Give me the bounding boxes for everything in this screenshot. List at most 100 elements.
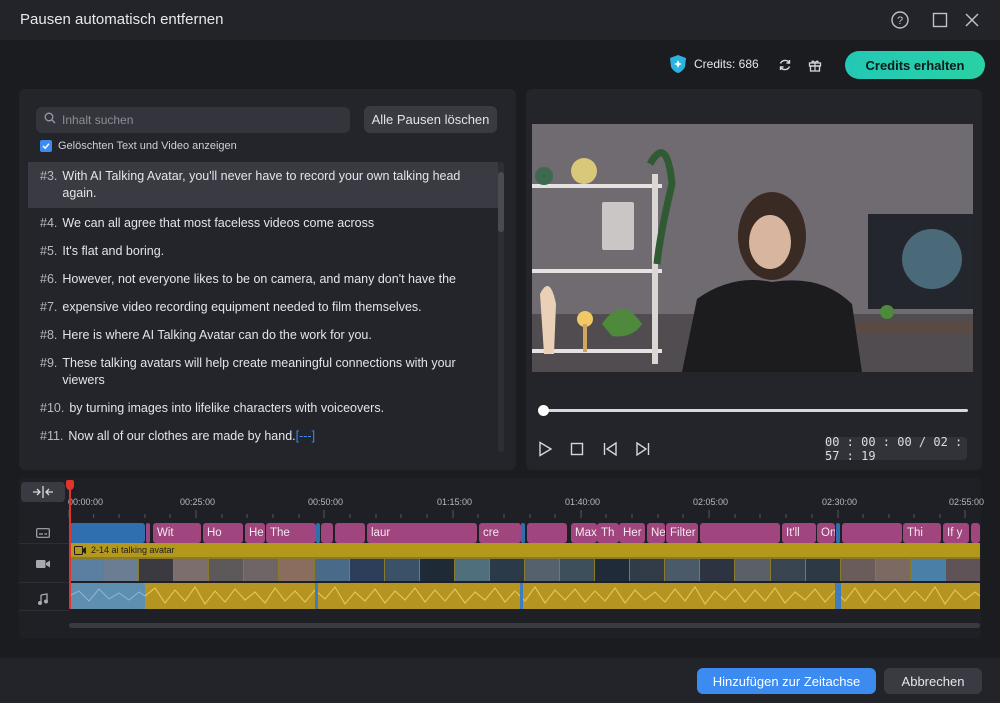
help-icon[interactable]: ? [890,10,910,30]
subtitle-clip[interactable]: Wit [153,523,201,543]
scrollbar-thumb[interactable] [498,172,504,232]
subtitle-clip[interactable] [842,523,902,543]
item-number: #4. [40,216,58,230]
video-clip-icon [74,545,86,559]
subtitle-clip[interactable]: It'll [782,523,816,543]
transcript-item[interactable]: #10. by turning images into lifelike cha… [28,394,498,422]
transcript-item[interactable]: #4. We can all agree that most faceless … [28,210,498,237]
subtitle-clip[interactable]: Th [597,523,619,543]
subtitle-track-icon [28,523,58,543]
video-seek-bar[interactable] [538,405,968,416]
title-bar: Pausen automatisch entfernen [0,0,1000,40]
previous-frame-icon[interactable] [600,439,620,459]
item-number: #7. [40,300,58,314]
subtitle-clip[interactable]: The [266,523,316,543]
item-number: #5. [40,244,58,258]
subtitle-clip[interactable] [836,523,840,543]
subtitle-clip[interactable] [971,523,980,543]
video-clip-name: 2-14 ai talking avatar [91,545,175,555]
subtitle-clip[interactable] [527,523,567,543]
subtitle-clip[interactable]: cre [479,523,521,543]
track-divider [19,582,69,583]
video-clip-label: 2-14 ai talking avatar [69,543,980,557]
show-deleted-label: Gelöschten Text und Video anzeigen [58,140,237,152]
subtitle-clip[interactable]: Max [571,523,597,543]
track-divider [19,610,69,611]
subtitle-clip[interactable]: laur [367,523,477,543]
credits-label: Credits: 686 [694,57,759,71]
transcript-item[interactable]: #3. With AI Talking Avatar, you'll never… [28,162,498,208]
credits-gem-icon [668,54,688,74]
tick-label: 01:15:00 [437,497,473,507]
item-text: However, not everyone likes to be on cam… [62,272,456,286]
audio-track[interactable] [69,583,980,609]
tick-label: 02:05:00 [693,497,729,507]
timeline-playhead[interactable] [66,480,74,609]
time-display: 00 : 00 : 00 / 02 : 57 : 19 [825,435,967,463]
tick-label: 00:50:00 [308,497,344,507]
transcript-item[interactable]: #5. It's flat and boring. [28,237,498,265]
subtitle-clip[interactable] [335,523,365,543]
ruler-ticks [68,510,966,518]
track-divider [19,543,69,544]
close-icon[interactable] [962,10,982,30]
clear-all-pauses-button[interactable]: Alle Pausen löschen [364,106,497,133]
search-box[interactable] [36,107,350,133]
subtitle-clip[interactable]: Filter [666,523,698,543]
transcript-item[interactable]: #6. However, not everyone likes to be on… [28,265,498,293]
video-frame-image [532,124,973,372]
subtitle-clip[interactable] [521,523,525,543]
subtitle-clip[interactable] [321,523,333,543]
item-text: With AI Talking Avatar, you'll never hav… [62,169,461,200]
seek-knob[interactable] [538,405,549,416]
add-to-timeline-button[interactable]: Hinzufügen zur Zeitachse [697,668,876,694]
playhead-handle[interactable] [66,480,74,490]
transcript-item[interactable]: #11. Now all of our clothes are made by … [28,422,498,450]
item-number: #11. [40,429,64,443]
tick-label: 01:40:00 [565,497,601,507]
video-track[interactable]: 2-14 ai talking avatar [69,543,981,581]
maximize-icon[interactable] [930,10,950,30]
subtitle-clip[interactable] [146,523,150,543]
item-text: Now all of our clothes are made by hand. [68,429,296,443]
refresh-icon[interactable] [772,52,798,78]
timeline-ruler[interactable]: 00:00:00 00:25:00 00:50:00 01:15:00 01:4… [68,494,984,518]
stop-icon[interactable] [567,439,587,459]
transcript-item[interactable]: #9. These talking avatars will help crea… [28,349,498,394]
subtitle-clip[interactable] [316,523,320,543]
search-input[interactable] [62,113,332,127]
show-deleted-option[interactable]: Gelöschten Text und Video anzeigen [40,140,237,152]
tick-label: 02:55:00 [949,497,985,507]
next-frame-icon[interactable] [633,439,653,459]
subtitle-clip[interactable] [700,523,780,543]
cancel-button[interactable]: Abbrechen [884,668,982,694]
subtitle-clip[interactable]: Ho [203,523,243,543]
gift-icon[interactable] [802,52,828,78]
svg-text:?: ? [897,15,903,27]
expand-deleted-link[interactable]: [---] [296,429,315,443]
timeline-horizontal-scrollbar[interactable] [69,623,980,628]
item-text: We can all agree that most faceless vide… [62,216,375,230]
play-icon[interactable] [535,439,555,459]
subtitle-clip[interactable]: He [245,523,265,543]
window-title: Pausen automatisch entfernen [20,11,224,28]
tick-label: 00:00:00 [68,497,104,507]
transcript-item[interactable]: #8. Here is where AI Talking Avatar can … [28,321,498,349]
subtitle-clip[interactable]: If y [943,523,969,543]
item-text: It's flat and boring. [62,244,165,258]
subtitle-clip[interactable]: Ne [647,523,665,543]
split-icon[interactable] [21,482,65,502]
subtitle-track[interactable]: Wit Ho He The laur cre Max Th Her Ne Fil… [69,523,980,543]
subtitle-clip[interactable] [69,523,145,543]
item-number: #3. [40,169,58,183]
transcript-scrollbar[interactable] [498,162,504,452]
transcript-item[interactable]: #7. expensive video recording equipment … [28,293,498,321]
get-credits-button[interactable]: Credits erhalten [845,51,985,79]
credits-display: Credits: 686 [668,54,759,74]
subtitle-clip[interactable]: On [817,523,835,543]
show-deleted-checkbox[interactable] [40,140,52,152]
subtitle-clip[interactable]: Her [619,523,645,543]
subtitle-clip[interactable]: Thi [903,523,941,543]
tick-label: 02:30:00 [822,497,858,507]
video-track-icon [28,554,58,574]
